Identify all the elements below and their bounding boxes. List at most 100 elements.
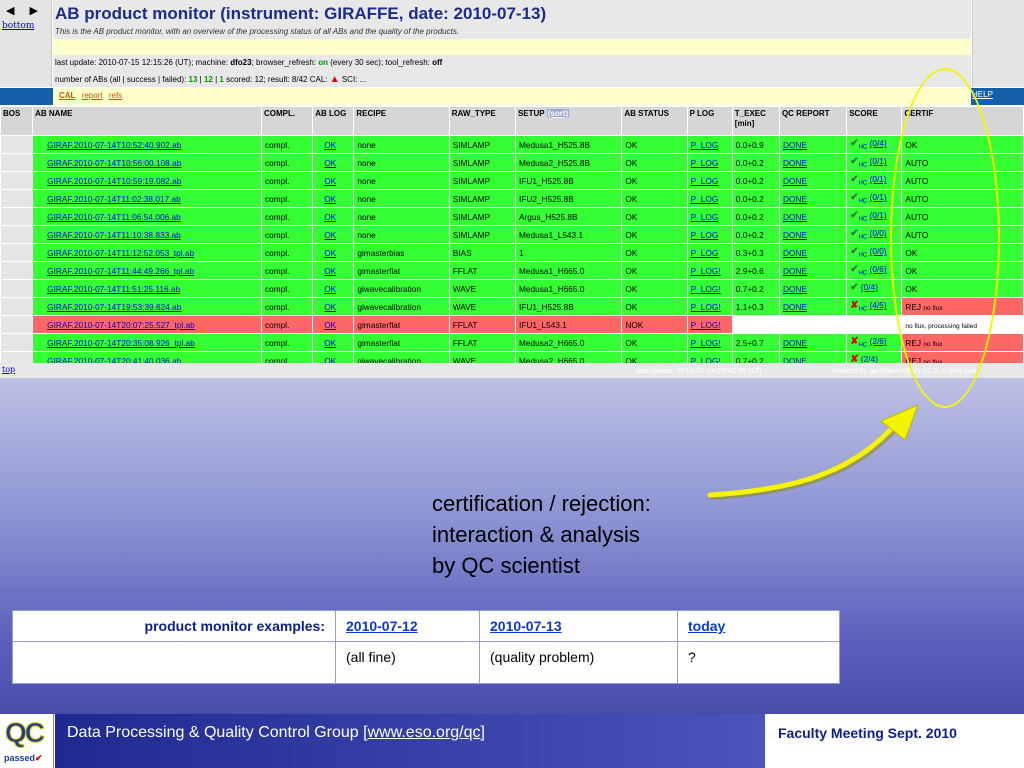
qc-report-cell[interactable]: DONE (779, 280, 847, 297)
qc-report-cell[interactable]: DONE (779, 154, 847, 171)
org-link[interactable]: www.eso.org/qc (368, 724, 481, 741)
p-log-link[interactable]: P_LOG! (691, 284, 721, 294)
ab-name-link[interactable]: GIRAF.2010-07-14T19:53:39.624.ab (47, 302, 181, 312)
bottom-link[interactable]: bottom (2, 21, 34, 31)
qc-report-cell[interactable]: DONE (779, 190, 847, 207)
ab-name-cell[interactable]: GIRAF.2010-07-14T10:59:19.082.ab (33, 172, 261, 189)
ab-name-link[interactable]: GIRAF.2010-07-14T11:06:54.006.ab (47, 212, 181, 222)
p-log-cell[interactable]: P_LOG (687, 172, 732, 189)
ab-name-cell[interactable]: GIRAF.2010-07-14T10:56:00.108.ab (33, 154, 261, 171)
p-log-link[interactable]: P_LOG (691, 176, 719, 186)
report-link[interactable]: report (82, 91, 103, 100)
p-log-cell[interactable]: P_LOG! (687, 316, 732, 333)
p-log-link[interactable]: P_LOG! (691, 320, 721, 330)
qc-report-cell[interactable]: DONE (779, 226, 847, 243)
ab-name-link[interactable]: GIRAF.2010-07-14T10:56:00.108.ab (47, 158, 181, 168)
score-link[interactable]: (0/1) (870, 210, 887, 220)
ab-name-cell[interactable]: GIRAF.2010-07-14T11:02:38.017.ab (33, 190, 261, 207)
p-log-link[interactable]: P_LOG! (691, 338, 721, 348)
top-link[interactable]: top (2, 365, 15, 374)
ab-name-link[interactable]: GIRAF.2010-07-14T20:35:08.926_tpl.ab (47, 338, 195, 348)
ab-log-cell[interactable]: OK (313, 280, 354, 297)
qc-report-link[interactable]: DONE (783, 248, 807, 258)
example-link-2010-07-12[interactable]: 2010-07-12 (346, 618, 418, 634)
ab-log-cell[interactable]: OK (313, 208, 354, 225)
p-log-link[interactable]: P_LOG (691, 140, 719, 150)
ab-name-link[interactable]: GIRAF.2010-07-14T11:51:25.116.ab (47, 284, 180, 294)
qc-report-cell[interactable]: DONE (779, 172, 847, 189)
p-log-cell[interactable]: P_LOG (687, 208, 732, 225)
score-cell[interactable]: ✘HC (2/6) (847, 334, 902, 351)
refs-link[interactable]: refs (109, 91, 122, 100)
ab-log-link[interactable]: OK (316, 230, 336, 240)
browser-refresh-value[interactable]: on (318, 58, 328, 67)
ab-log-cell[interactable]: OK (313, 172, 354, 189)
score-link[interactable]: (0/1) (870, 174, 887, 184)
cal-label[interactable]: CAL (59, 91, 75, 100)
qc-report-cell[interactable] (779, 316, 847, 333)
p-log-cell[interactable]: P_LOG! (687, 280, 732, 297)
ab-log-cell[interactable]: OK (313, 334, 354, 351)
ab-name-cell[interactable]: GIRAF.2010-07-14T11:06:54.006.ab (33, 208, 261, 225)
p-log-cell[interactable]: P_LOG! (687, 262, 732, 279)
score-cell[interactable]: ✔HC (0/4) (847, 136, 902, 153)
score-link[interactable]: (0/4) (870, 138, 887, 148)
p-log-cell[interactable]: P_LOG (687, 154, 732, 171)
qc-report-link[interactable]: DONE (783, 266, 807, 276)
ab-log-cell[interactable]: OK (313, 244, 354, 261)
qc-report-cell[interactable]: DONE (779, 334, 847, 351)
qc-report-link[interactable]: DONE (783, 194, 807, 204)
ab-log-cell[interactable]: OK (313, 154, 354, 171)
score-link[interactable]: (4/5) (870, 300, 887, 310)
qc-report-cell[interactable]: DONE (779, 244, 847, 261)
sort-link[interactable]: (sort) (548, 109, 568, 118)
p-log-link[interactable]: P_LOG (691, 194, 719, 204)
qc-report-link[interactable]: DONE (783, 284, 807, 294)
ab-log-cell[interactable]: OK (313, 226, 354, 243)
ab-log-cell[interactable]: OK (313, 316, 354, 333)
score-link[interactable]: (0/1) (870, 156, 887, 166)
qc-report-link[interactable]: DONE (783, 302, 807, 312)
ab-log-link[interactable]: OK (316, 284, 336, 294)
ab-name-cell[interactable]: GIRAF.2010-07-14T19:53:39.624.ab (33, 298, 261, 315)
p-log-link[interactable]: P_LOG! (691, 266, 721, 276)
qc-report-link[interactable]: DONE (783, 176, 807, 186)
score-cell[interactable] (847, 316, 902, 333)
p-log-link[interactable]: P_LOG (691, 158, 719, 168)
score-link[interactable]: (2/6) (870, 336, 887, 346)
score-link[interactable]: (0/6) (870, 264, 887, 274)
p-log-link[interactable]: P_LOG (691, 212, 719, 222)
ab-log-link[interactable]: OK (316, 194, 336, 204)
ab-name-cell[interactable]: GIRAF.2010-07-14T11:44:49.266_tpl.ab (33, 262, 261, 279)
ab-log-cell[interactable]: OK (313, 136, 354, 153)
qc-report-link[interactable]: DONE (783, 212, 807, 222)
ab-name-cell[interactable]: GIRAF.2010-07-14T10:52:40.902.ab (33, 136, 261, 153)
ab-name-link[interactable]: GIRAF.2010-07-14T10:59:19.082.ab (47, 176, 181, 186)
ab-log-link[interactable]: OK (316, 212, 336, 222)
ab-log-link[interactable]: OK (316, 320, 336, 330)
ab-log-cell[interactable]: OK (313, 190, 354, 207)
score-link[interactable]: (0/0) (870, 246, 887, 256)
ab-name-link[interactable]: GIRAF.2010-07-14T11:10:38.833.ab (47, 230, 181, 240)
qc-report-link[interactable]: DONE (783, 338, 807, 348)
score-cell[interactable]: ✔HC (0/1) (847, 154, 902, 171)
p-log-link[interactable]: P_LOG! (691, 302, 721, 312)
example-link-2010-07-13[interactable]: 2010-07-13 (490, 618, 562, 634)
qc-report-link[interactable]: DONE (783, 158, 807, 168)
ab-name-link[interactable]: GIRAF.2010-07-14T20:07:25.527_tpl.ab (47, 320, 195, 330)
ab-name-link[interactable]: GIRAF.2010-07-14T10:52:40.902.ab (47, 140, 181, 150)
ab-log-link[interactable]: OK (316, 302, 336, 312)
qc-report-cell[interactable]: DONE (779, 208, 847, 225)
qc-report-cell[interactable]: DONE (779, 262, 847, 279)
p-log-cell[interactable]: P_LOG (687, 226, 732, 243)
ab-name-link[interactable]: GIRAF.2010-07-14T11:02:38.017.ab (47, 194, 181, 204)
ab-log-cell[interactable]: OK (313, 262, 354, 279)
example-link-today[interactable]: today (688, 618, 725, 634)
ab-log-link[interactable]: OK (316, 176, 336, 186)
ab-name-cell[interactable]: GIRAF.2010-07-14T11:51:25.116.ab (33, 280, 261, 297)
score-link[interactable]: (0/0) (870, 228, 887, 238)
ab-log-link[interactable]: OK (316, 338, 336, 348)
ab-log-link[interactable]: OK (316, 158, 336, 168)
ab-name-link[interactable]: GIRAF.2010-07-14T11:44:49.266_tpl.ab (47, 266, 194, 276)
p-log-cell[interactable]: P_LOG (687, 136, 732, 153)
